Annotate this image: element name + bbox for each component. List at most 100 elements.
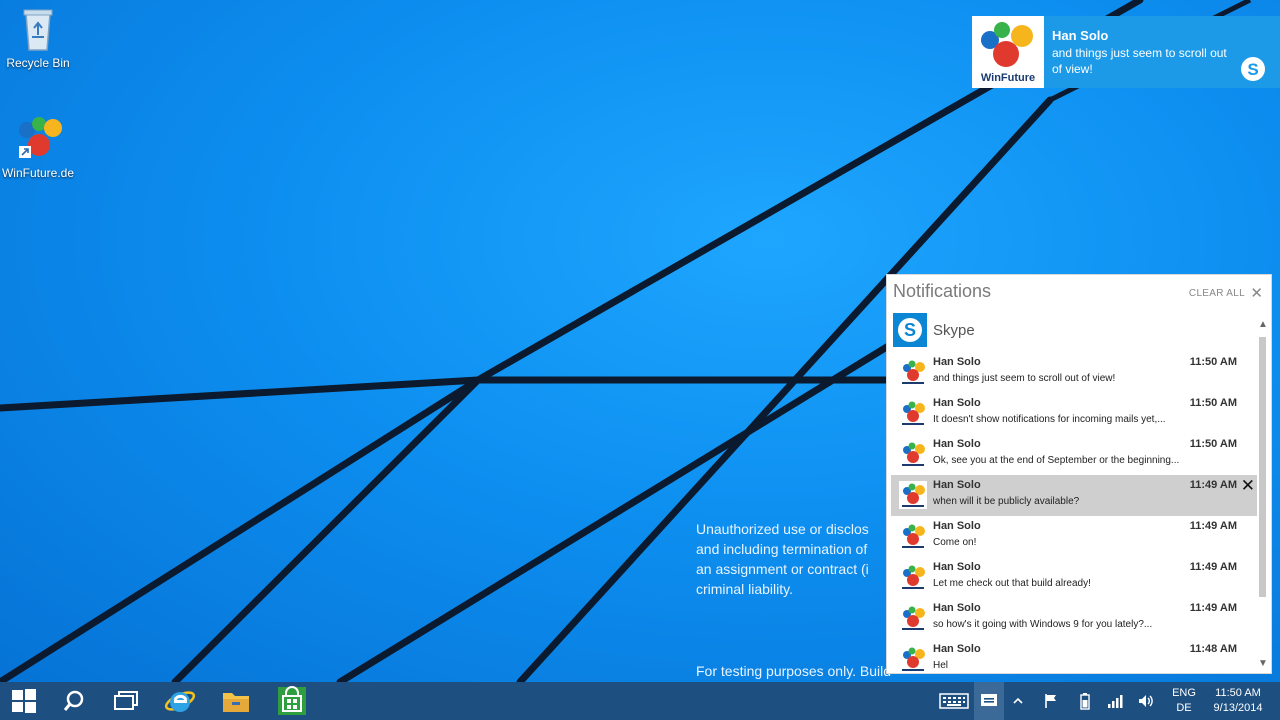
clock-date: 9/13/2014 xyxy=(1213,702,1263,714)
dismiss-notification-icon[interactable]: ✕ xyxy=(1241,476,1255,496)
internet-explorer-icon xyxy=(164,691,196,712)
notification-time: 11:49 AM xyxy=(1189,602,1237,614)
notification-sender: Han Solo xyxy=(933,561,981,573)
chevron-up-icon xyxy=(1013,697,1023,704)
notification-center-panel: Notifications CLEAR ALL ✕ S Skype Han So… xyxy=(886,274,1272,674)
notification-item[interactable]: Han Solo 11:50 AM Ok, see you at the end o… xyxy=(891,434,1257,475)
language-code: ENG xyxy=(1172,687,1196,699)
search-button[interactable] xyxy=(50,682,98,720)
notification-text: and things just seem to scroll out of vi… xyxy=(933,373,1116,384)
toast-message: and things just seem to scroll out of vi… xyxy=(1052,46,1227,76)
svg-text:S: S xyxy=(904,320,916,340)
keyboard-icon xyxy=(939,693,969,709)
winfuture-avatar-icon xyxy=(899,563,927,591)
internet-explorer-button[interactable] xyxy=(156,682,204,720)
flag-icon xyxy=(1045,694,1056,708)
testing-watermark-text: For testing purposes only. Build 9 xyxy=(696,663,896,679)
notification-text: It doesn't show notifications for incomi… xyxy=(933,414,1166,425)
toast-notification[interactable]: WinFuture Han Solo and things just seem … xyxy=(972,16,1280,88)
notification-time: 11:50 AM xyxy=(1189,397,1237,409)
winfuture-avatar-icon xyxy=(899,358,927,386)
toast-title: Han Solo xyxy=(1052,28,1109,43)
winfuture-logo-icon xyxy=(981,22,1033,67)
scroll-down-icon[interactable]: ▼ xyxy=(1258,658,1268,669)
winfuture-shortcut-icon[interactable]: WinFuture.de xyxy=(0,116,76,180)
notification-item[interactable]: Han Solo 11:49 AM so how's it going with W… xyxy=(891,598,1257,639)
svg-text:S: S xyxy=(1247,60,1258,79)
skype-app-name: Skype xyxy=(933,321,975,339)
notification-item[interactable]: Han Solo 11:48 AM Hel xyxy=(891,639,1257,673)
notification-center-title: Notifications xyxy=(893,281,992,301)
winfuture-logo-graphic xyxy=(19,117,62,158)
show-hidden-icons-button[interactable] xyxy=(1008,682,1028,720)
notification-text: so how's it going with Windows 9 for you… xyxy=(933,619,1153,630)
notification-time: 11:49 AM xyxy=(1189,520,1237,532)
close-icon[interactable]: ✕ xyxy=(1250,284,1263,302)
folder-icon xyxy=(223,693,249,712)
start-button[interactable] xyxy=(0,682,48,720)
signal-strength-icon xyxy=(1108,695,1123,708)
speaker-icon xyxy=(1139,695,1153,707)
disclaimer-line: Unauthorized use or disclos xyxy=(696,521,869,537)
notification-sender: Han Solo xyxy=(933,438,981,450)
notification-text: when will it be publicly available? xyxy=(933,496,1080,507)
disclaimer-line: and including termination of xyxy=(696,541,868,557)
toast-sender-logo: WinFuture xyxy=(972,16,1044,88)
notification-time: 11:49 AM xyxy=(1189,479,1237,491)
recycle-bin-icon[interactable]: Recycle Bin xyxy=(0,4,76,70)
notification-list: Han Solo 11:50 AM and things just seem to … xyxy=(891,352,1257,673)
clear-all-button[interactable]: CLEAR ALL xyxy=(1189,288,1245,299)
store-icon xyxy=(278,686,306,715)
winfuture-avatar-icon xyxy=(899,440,927,468)
notification-item[interactable]: Han Solo 11:50 AM and things just seem to … xyxy=(891,352,1257,393)
winfuture-avatar-icon xyxy=(899,399,927,427)
notification-time: 11:48 AM xyxy=(1189,643,1237,655)
notification-center-button[interactable] xyxy=(974,682,1004,720)
notification-scrollbar[interactable]: ▲ ▼ xyxy=(1258,319,1268,669)
notification-sender: Han Solo xyxy=(933,356,981,368)
search-icon xyxy=(63,690,84,711)
windows-logo-icon xyxy=(12,689,36,713)
battery-button[interactable] xyxy=(1074,682,1096,720)
disclaimer-line: an assignment or contract (i xyxy=(696,561,869,577)
network-button[interactable] xyxy=(1104,682,1126,720)
notification-sender: Han Solo xyxy=(933,479,981,491)
clock-time: 11:50 AM xyxy=(1215,687,1261,699)
notification-item[interactable]: Han Solo 11:50 AM It doesn't show notifica… xyxy=(891,393,1257,434)
volume-button[interactable] xyxy=(1134,682,1158,720)
winfuture-avatar-icon xyxy=(899,481,927,509)
notification-item[interactable]: Han Solo 11:49 AM Let me check out that bu… xyxy=(891,557,1257,598)
file-explorer-button[interactable] xyxy=(212,682,260,720)
winfuture-shortcut-label: WinFuture.de xyxy=(1,166,75,180)
notification-text: Let me check out that build already! xyxy=(933,578,1091,589)
store-button[interactable] xyxy=(268,682,316,720)
taskbar: ENG DE 11:50 AM 9/13/2014 xyxy=(0,682,1280,720)
touch-keyboard-button[interactable] xyxy=(936,682,972,720)
recycle-bin-graphic xyxy=(23,9,53,51)
notification-time: 11:49 AM xyxy=(1189,561,1237,573)
notification-item[interactable]: Han Solo 11:49 AM when will it be publicly… xyxy=(891,475,1257,516)
notification-text: Come on! xyxy=(933,537,977,548)
notification-text: Hel xyxy=(933,660,949,671)
winfuture-avatar-icon xyxy=(899,522,927,550)
notification-time: 11:50 AM xyxy=(1189,438,1237,450)
skype-icon: S xyxy=(1241,57,1265,81)
scrollbar-thumb[interactable] xyxy=(1259,337,1266,597)
disclaimer-line: criminal liability. xyxy=(696,581,793,597)
notification-sender: Han Solo xyxy=(933,602,981,614)
build-disclaimer-text: Unauthorized use or disclos and includin… xyxy=(696,519,896,599)
winfuture-avatar-icon xyxy=(899,604,927,632)
task-view-button[interactable] xyxy=(102,682,150,720)
notification-text: Ok, see you at the end of September or t… xyxy=(933,455,1180,466)
clock[interactable]: 11:50 AM 9/13/2014 xyxy=(1202,686,1274,716)
notification-item[interactable]: Han Solo 11:49 AM Come on! xyxy=(891,516,1257,557)
action-center-flag-button[interactable] xyxy=(1040,682,1062,720)
skype-app-icon: S xyxy=(893,313,927,347)
scroll-up-icon[interactable]: ▲ xyxy=(1258,319,1268,330)
input-language-indicator[interactable]: ENG DE xyxy=(1166,686,1202,716)
recycle-bin-label: Recycle Bin xyxy=(6,56,70,70)
winfuture-avatar-icon xyxy=(899,645,927,673)
message-icon xyxy=(981,694,997,706)
skype-app-group-header[interactable]: S Skype xyxy=(893,313,975,347)
notification-sender: Han Solo xyxy=(933,643,981,655)
